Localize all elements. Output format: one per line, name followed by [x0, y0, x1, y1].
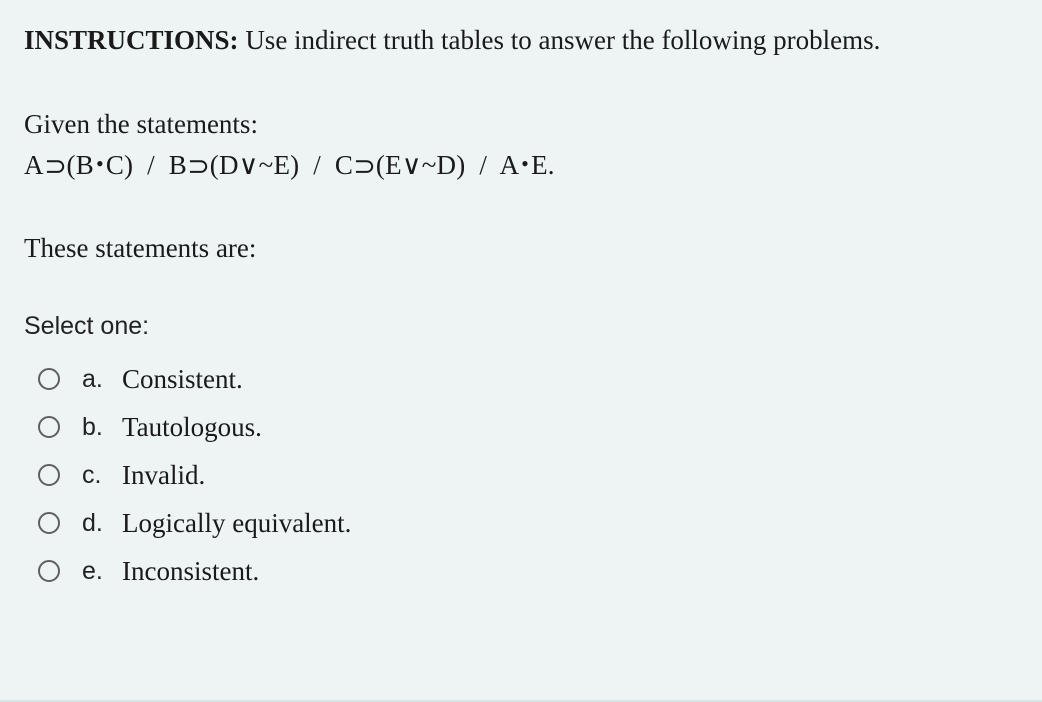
radio-icon[interactable]	[38, 512, 60, 534]
option-c[interactable]: c. Invalid.	[24, 451, 1018, 499]
option-letter: a.	[82, 365, 108, 394]
option-label: Inconsistent.	[122, 556, 259, 587]
option-letter: d.	[82, 509, 108, 538]
option-label: Invalid.	[122, 460, 205, 491]
instructions-text: Use indirect truth tables to answer the …	[245, 25, 880, 55]
radio-icon[interactable]	[38, 368, 60, 390]
instructions-label: INSTRUCTIONS:	[24, 25, 239, 55]
given-block: Given the statements: A⊂(B•C) / B⊂(D∨~E)…	[24, 104, 1018, 185]
select-one-label: Select one:	[24, 312, 1018, 341]
radio-icon[interactable]	[38, 464, 60, 486]
these-statements-label: These statements are:	[24, 233, 1018, 264]
question-container: INSTRUCTIONS: Use indirect truth tables …	[0, 0, 1042, 702]
radio-icon[interactable]	[38, 560, 60, 582]
options-list: a. Consistent. b. Tautologous. c. Invali…	[24, 355, 1018, 595]
given-label: Given the statements:	[24, 104, 1018, 145]
option-e[interactable]: e. Inconsistent.	[24, 547, 1018, 595]
option-a[interactable]: a. Consistent.	[24, 355, 1018, 403]
radio-icon[interactable]	[38, 416, 60, 438]
option-letter: b.	[82, 413, 108, 442]
option-label: Consistent.	[122, 364, 243, 395]
statements-formula: A⊂(B•C) / B⊂(D∨~E) / C⊂(E∨~D) / A•E.	[24, 145, 1018, 186]
instructions-line: INSTRUCTIONS: Use indirect truth tables …	[24, 22, 1018, 58]
option-label: Logically equivalent.	[122, 508, 351, 539]
option-letter: e.	[82, 557, 108, 586]
option-letter: c.	[82, 461, 108, 490]
option-d[interactable]: d. Logically equivalent.	[24, 499, 1018, 547]
option-b[interactable]: b. Tautologous.	[24, 403, 1018, 451]
option-label: Tautologous.	[122, 412, 262, 443]
